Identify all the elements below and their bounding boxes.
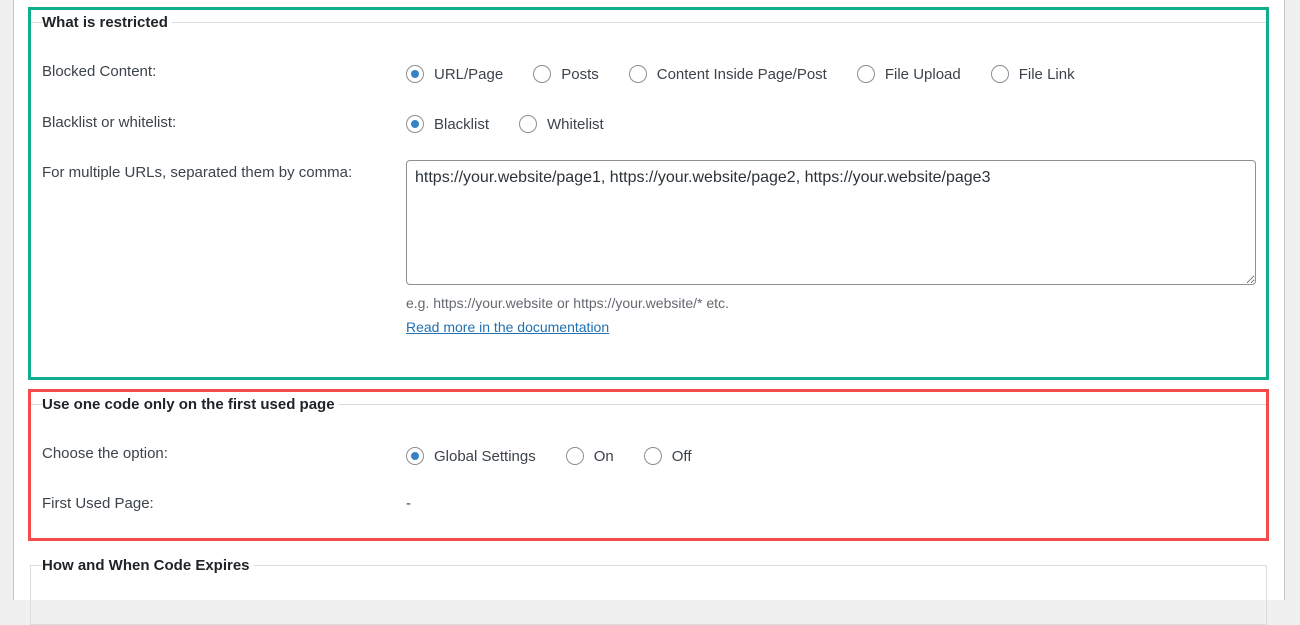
urls-label: For multiple URLs, separated them by com… <box>42 164 353 181</box>
radio-on[interactable]: On <box>565 447 614 465</box>
radio-off[interactable]: Off <box>643 447 691 465</box>
code-expires-fieldset <box>30 565 1267 625</box>
radio-content-inside[interactable]: Content Inside Page/Post <box>628 65 827 83</box>
radio-checked-icon <box>406 115 424 133</box>
radio-unchecked-icon <box>990 65 1009 83</box>
documentation-link[interactable]: Read more in the documentation <box>406 319 609 335</box>
radio-unchecked-icon <box>533 65 552 83</box>
radio-posts[interactable]: Posts <box>533 65 599 83</box>
radio-url-page[interactable]: URL/Page <box>406 65 503 83</box>
radio-unchecked-icon <box>856 65 875 83</box>
first-used-page-value: - <box>406 495 411 512</box>
choose-option-label: Choose the option: <box>42 445 168 462</box>
blocked-content-label: Blocked Content: <box>42 63 157 80</box>
blacklist-radio-group: Blacklist Whitelist <box>406 115 634 133</box>
radio-checked-icon <box>406 65 424 83</box>
radio-unchecked-icon <box>565 447 584 465</box>
urls-hint: e.g. https://your.website or https://you… <box>406 295 729 311</box>
radio-unchecked-icon <box>643 447 662 465</box>
radio-blacklist[interactable]: Blacklist <box>406 115 489 133</box>
first-used-page-label: First Used Page: <box>42 495 154 512</box>
radio-unchecked-icon <box>628 65 647 83</box>
section-title-code-expires: How and When Code Expires <box>42 557 254 574</box>
radio-file-upload[interactable]: File Upload <box>856 65 961 83</box>
urls-textarea[interactable] <box>406 160 1256 285</box>
radio-global-settings[interactable]: Global Settings <box>406 447 536 465</box>
blacklist-label: Blacklist or whitelist: <box>42 114 177 131</box>
radio-file-link[interactable]: File Link <box>990 65 1075 83</box>
section-title-first-used: Use one code only on the first used page <box>42 396 339 413</box>
radio-whitelist[interactable]: Whitelist <box>519 115 604 133</box>
radio-checked-icon <box>406 447 424 465</box>
radio-unchecked-icon <box>519 115 538 133</box>
choose-option-radio-group: Global Settings On Off <box>406 447 721 465</box>
section-title-restricted: What is restricted <box>42 14 172 31</box>
blocked-content-radio-group: URL/Page Posts Content Inside Page/Post … <box>406 65 1105 83</box>
